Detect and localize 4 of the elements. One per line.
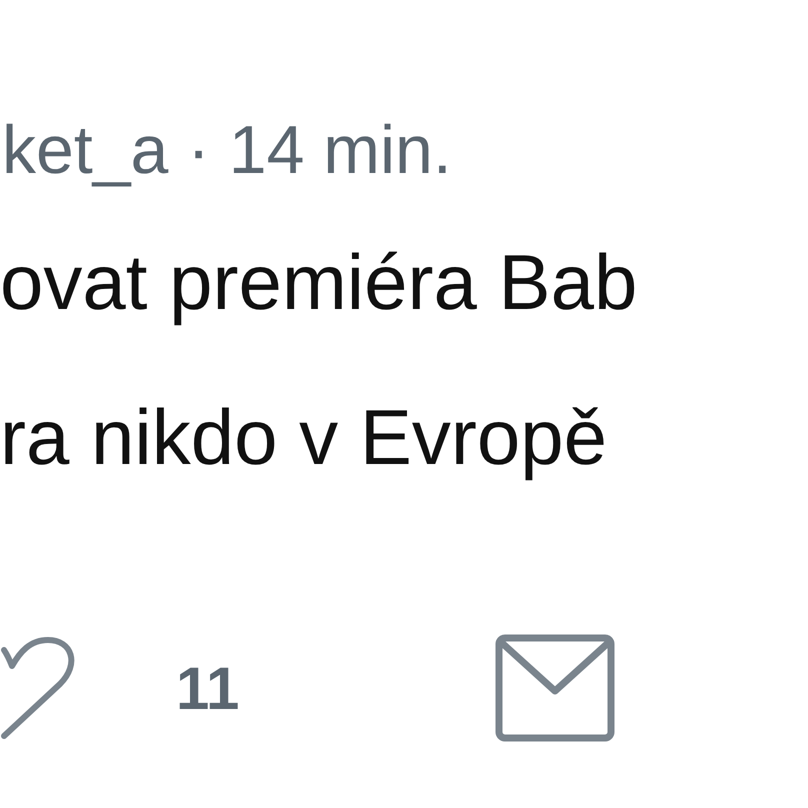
post-text: ra nikdo v Evropě (0, 392, 608, 483)
like-count: 11 (176, 654, 240, 722)
post-text: ovat premiéra Bab (0, 237, 638, 328)
post-meta: ket_a · 14 min. (2, 111, 453, 190)
